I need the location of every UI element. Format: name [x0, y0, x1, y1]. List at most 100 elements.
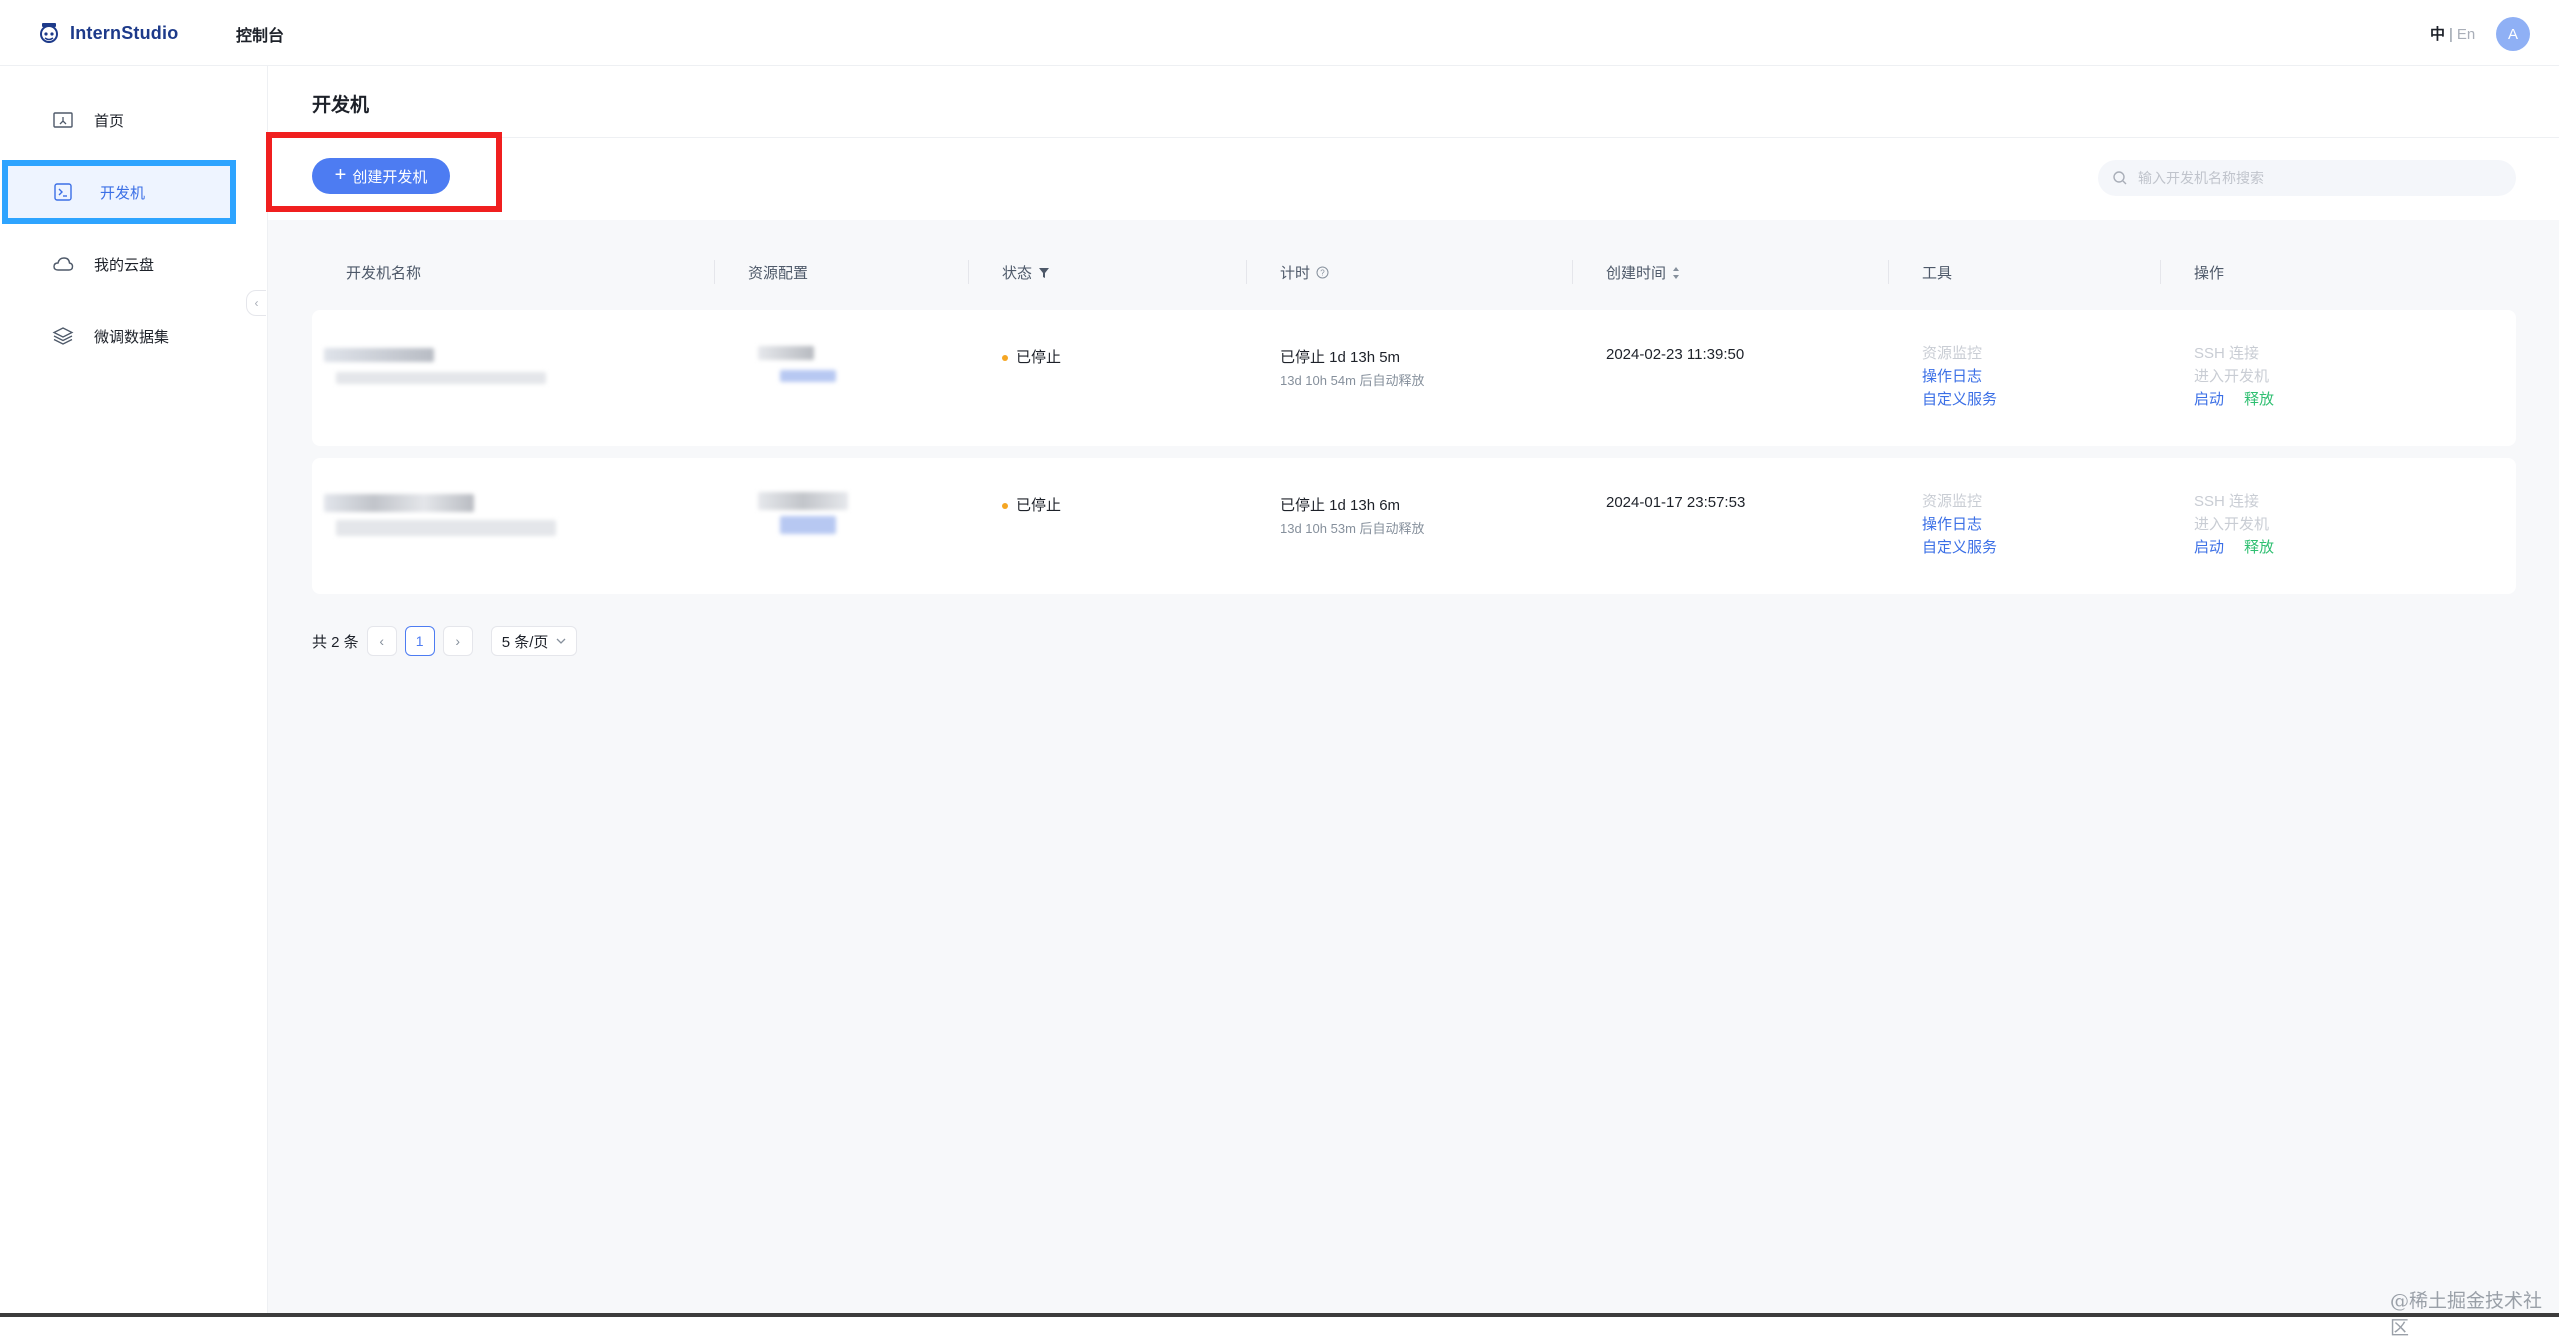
- app-logo[interactable]: InternStudio: [36, 20, 178, 46]
- search-icon: [2113, 171, 2127, 185]
- lang-separator: |: [2449, 26, 2453, 43]
- enter-devmachine-link[interactable]: 进入开发机: [2194, 513, 2274, 536]
- table-header: 开发机名称 资源配置 状态 计时 ? 创建时间 工具 操作: [312, 250, 2516, 294]
- status-cell: 已停止: [1002, 346, 1061, 367]
- chevron-down-icon: [556, 638, 566, 644]
- resource-monitor-link[interactable]: 资源监控: [1922, 490, 1997, 513]
- page-title: 开发机: [312, 95, 370, 116]
- page-size-value: 5 条/页: [501, 633, 549, 651]
- logo-text: InternStudio: [70, 22, 179, 43]
- sidebar: 首页 开发机 我的云盘 微调数据集 ‹: [0, 66, 268, 1317]
- custom-service-link[interactable]: 自定义服务: [1922, 536, 1997, 559]
- redacted-resource-link: [780, 370, 836, 382]
- tools-cell: 资源监控 操作日志 自定义服务: [1922, 490, 1997, 559]
- prev-page-button[interactable]: ‹: [366, 626, 397, 656]
- redacted-resource: [758, 492, 848, 510]
- ssh-connect-link[interactable]: SSH 连接: [2194, 342, 2274, 365]
- column-header-tools: 工具: [1922, 265, 1953, 282]
- user-avatar[interactable]: A: [2496, 17, 2530, 51]
- create-button-label: 创建开发机: [352, 168, 428, 186]
- pagination-total: 共 2 条: [312, 633, 359, 651]
- redacted-id: [336, 372, 546, 384]
- enter-devmachine-link[interactable]: 进入开发机: [2194, 365, 2274, 388]
- timer-main: 已停止 1d 13h 5m: [1280, 349, 1401, 366]
- sidebar-item-label: 首页: [94, 112, 125, 130]
- column-divider: [1246, 260, 1247, 284]
- status-cell: 已停止: [1002, 494, 1061, 515]
- sidebar-item-label: 我的云盘: [94, 256, 155, 274]
- column-header-actions: 操作: [2194, 265, 2225, 282]
- language-switch[interactable]: 中 | En: [2430, 23, 2475, 44]
- redacted-id: [336, 520, 556, 536]
- created-time: 2024-02-23 11:39:50: [1606, 346, 1745, 363]
- layers-icon: [52, 327, 74, 345]
- actions-cell: SSH 连接 进入开发机 启动 释放: [2194, 490, 2274, 559]
- search-box[interactable]: [2098, 160, 2516, 196]
- bottom-edge: [0, 1313, 2559, 1317]
- tools-cell: 资源监控 操作日志 自定义服务: [1922, 342, 1997, 411]
- plus-icon: +: [334, 164, 347, 186]
- sidebar-item-label: 微调数据集: [94, 328, 170, 346]
- column-header-resource: 资源配置: [748, 265, 809, 282]
- sidebar-item-label: 开发机: [100, 184, 146, 202]
- sidebar-item-finetune-datasets[interactable]: 微调数据集: [2, 304, 236, 368]
- column-divider: [2160, 260, 2161, 284]
- release-link[interactable]: 释放: [2244, 536, 2274, 559]
- column-header-name: 开发机名称: [346, 265, 422, 282]
- status-dot: [1002, 355, 1008, 362]
- sidebar-item-cloud-drive[interactable]: 我的云盘: [2, 232, 236, 296]
- filter-icon[interactable]: [1038, 267, 1050, 279]
- sort-icon[interactable]: [1672, 266, 1680, 280]
- page-size-select[interactable]: 5 条/页: [490, 626, 578, 656]
- redacted-name: [324, 494, 474, 512]
- cloud-icon: [53, 257, 74, 271]
- console-link[interactable]: 控制台: [236, 22, 284, 46]
- start-link[interactable]: 启动: [2194, 536, 2224, 559]
- release-link[interactable]: 释放: [2244, 388, 2274, 411]
- search-input[interactable]: [2136, 169, 2500, 187]
- table-row: 已停止 已停止 1d 13h 5m 13d 10h 54m 后自动释放 2024…: [312, 310, 2516, 446]
- table-row: 已停止 已停止 1d 13h 6m 13d 10h 53m 后自动释放 2024…: [312, 458, 2516, 594]
- operation-log-link[interactable]: 操作日志: [1922, 513, 1997, 536]
- actions-cell: SSH 连接 进入开发机 启动 释放: [2194, 342, 2274, 411]
- lang-zh[interactable]: 中: [2430, 26, 2445, 43]
- main-content: 开发机 + 创建开发机 开发机名称 资源配置 状态 计时 ? 创建时间: [266, 66, 2559, 1317]
- page-header: 开发机: [268, 66, 2559, 138]
- ssh-connect-link[interactable]: SSH 连接: [2194, 490, 2274, 513]
- page-button-current[interactable]: 1: [404, 626, 435, 656]
- timer-main: 已停止 1d 13h 6m: [1280, 497, 1401, 514]
- column-divider: [714, 260, 715, 284]
- column-header-status: 状态: [1002, 262, 1050, 283]
- custom-service-link[interactable]: 自定义服务: [1922, 388, 1997, 411]
- mascot-logo-icon: [40, 23, 58, 43]
- next-page-button[interactable]: ›: [442, 626, 473, 656]
- create-devmachine-button[interactable]: + 创建开发机: [312, 158, 450, 194]
- pagination: 共 2 条 ‹ 1 › 5 条/页: [312, 626, 578, 656]
- sidebar-item-home[interactable]: 首页: [2, 88, 236, 152]
- column-divider: [1572, 260, 1573, 284]
- status-dot: [1002, 503, 1008, 510]
- top-bar: InternStudio 控制台 中 | En A: [0, 0, 2559, 66]
- timer-sub: 13d 10h 54m 后自动释放: [1280, 373, 1425, 388]
- operation-log-link[interactable]: 操作日志: [1922, 365, 1997, 388]
- sidebar-collapse-button[interactable]: ‹: [246, 290, 266, 316]
- column-divider: [1888, 260, 1889, 284]
- resource-monitor-link[interactable]: 资源监控: [1922, 342, 1997, 365]
- lang-en[interactable]: En: [2457, 26, 2475, 43]
- terminal-icon: [54, 183, 72, 201]
- chevron-right-icon: ›: [455, 633, 461, 649]
- chevron-left-icon: ‹: [379, 633, 385, 649]
- redacted-name: [324, 348, 434, 362]
- home-icon: [53, 112, 73, 128]
- redacted-resource-link: [780, 516, 836, 534]
- start-link[interactable]: 启动: [2194, 388, 2224, 411]
- sidebar-item-devmachine[interactable]: 开发机: [2, 160, 236, 224]
- redacted-resource: [758, 346, 814, 360]
- svg-text:?: ?: [1320, 269, 1325, 278]
- help-icon[interactable]: ?: [1316, 266, 1329, 279]
- column-header-timer: 计时 ?: [1280, 262, 1329, 283]
- timer-sub: 13d 10h 53m 后自动释放: [1280, 521, 1425, 536]
- column-divider: [968, 260, 969, 284]
- column-header-created[interactable]: 创建时间: [1606, 262, 1680, 283]
- created-time: 2024-01-17 23:57:53: [1606, 494, 1746, 511]
